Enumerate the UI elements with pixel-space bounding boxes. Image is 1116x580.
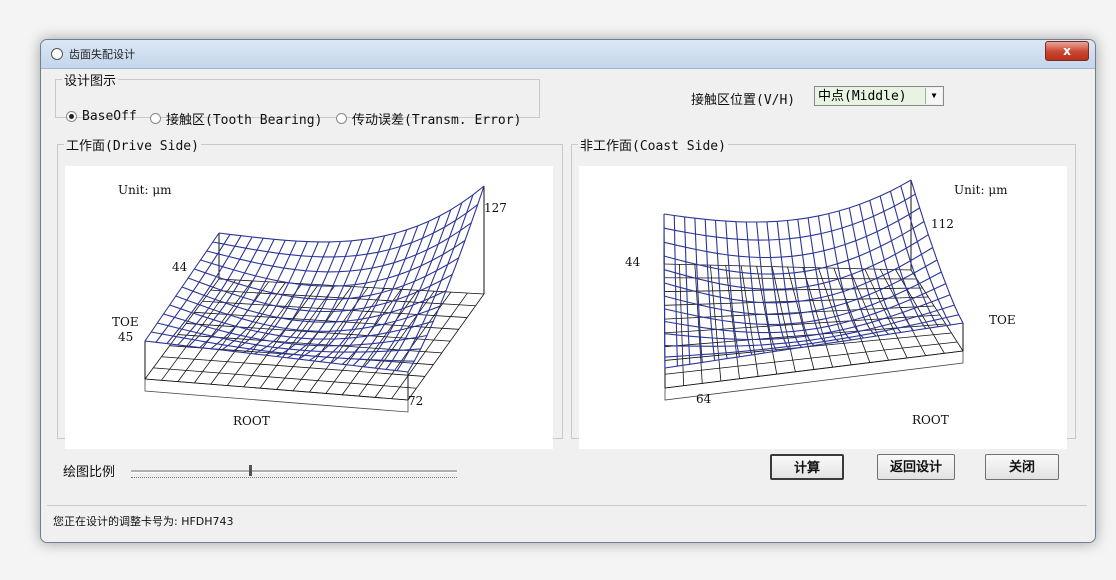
toe-label: TOE [989, 313, 1016, 327]
coast-side-plot-area: Unit: μm 112 44 TOE 64 ROOT [579, 166, 1067, 449]
surface-mesh-line [212, 204, 479, 258]
dropdown-arrow-icon[interactable]: ▼ [925, 88, 942, 104]
contact-position-select[interactable]: 中点(Middle) ▼ [814, 86, 944, 106]
corner-back-right-label: 112 [931, 217, 954, 231]
surface-mesh-line [194, 257, 459, 301]
surface-mesh-line [385, 202, 463, 370]
coast-side-group: 非工作面(Coast Side) Unit: μm 112 44 TOE 64 ROOT [571, 135, 1076, 449]
base-grid-line [694, 264, 703, 384]
coast-side-3d-plot: Unit: μm 112 44 TOE 64 ROOT [625, 179, 1016, 427]
surface-mesh-line [694, 218, 703, 363]
surface-mesh-line [663, 213, 666, 369]
surface-mesh-line [181, 286, 447, 323]
surface-mesh-line [218, 185, 485, 243]
design-diagram-group: 设计图示 BaseOff 接触区(Tooth Bearing) 传动误差(Tra… [55, 70, 540, 128]
contact-position-label: 接触区位置(V/H) [691, 93, 796, 108]
base-slab-edge [144, 378, 409, 413]
surface-mesh-line [144, 340, 409, 373]
surface-mesh-line [210, 240, 286, 350]
corner-back-left-label: 44 [625, 255, 641, 269]
drive-side-3d-plot: Unit: μm 127 44 TOE45 72 ROOT [112, 183, 507, 428]
status-bar: 您正在设计的调整卡号为: HFDH743 [47, 505, 1087, 532]
title-bar[interactable]: 齿面失配设计 x [41, 40, 1095, 69]
surface-mesh-line [664, 221, 925, 275]
corner-front-left-label: 45 [118, 330, 133, 344]
radio-selected-icon [66, 111, 77, 122]
corner-front-left-label: 64 [696, 392, 712, 406]
back-to-design-button[interactable]: 返回设计 [877, 454, 955, 480]
drive-side-group: 工作面(Drive Side) Unit: μm 127 44 TOE 45 72 ROOT [57, 135, 563, 449]
surface-mesh-line [166, 235, 242, 344]
slider-track [131, 470, 457, 473]
root-label: ROOT [912, 413, 949, 427]
contact-position-value: 中点(Middle) [818, 89, 907, 104]
surface-mesh-line [704, 219, 716, 361]
surface-mesh-line [684, 216, 691, 365]
slider-thumb[interactable] [249, 465, 252, 476]
drive-side-plot-area: Unit: μm 127 44 TOE 45 72 ROOT [65, 166, 553, 449]
base-grid-line [309, 288, 385, 393]
plot-scale-slider[interactable] [131, 464, 457, 480]
toe-label: TOE [112, 315, 139, 329]
app-icon [51, 48, 63, 60]
window-title: 齿面失配设计 [69, 48, 135, 61]
tooth-mismatch-design-window: 齿面失配设计 x 设计图示 BaseOff 接触区(Tooth Bearing)… [40, 39, 1096, 543]
coast-side-legend: 非工作面(Coast Side) [580, 139, 726, 154]
base-grid-line [740, 265, 759, 377]
calculate-button[interactable]: 计算 [770, 454, 844, 480]
unit-label: Unit: μm [954, 183, 1008, 197]
radio-unselected-icon [336, 113, 347, 124]
radio-unselected-icon [150, 113, 161, 124]
surface-mesh-line [745, 221, 765, 354]
drive-side-legend: 工作面(Drive Side) [66, 139, 199, 154]
window-close-button[interactable]: x [1045, 41, 1089, 61]
radio-baseoff-label: BaseOff [82, 109, 137, 124]
surface-mesh-line [910, 179, 964, 324]
plot-scale-label: 绘图比例 [63, 465, 116, 480]
surface-mesh-line [673, 215, 678, 367]
base-grid-line [895, 269, 945, 354]
slider-ticks [131, 477, 457, 480]
unit-label: Unit: μm [118, 183, 172, 197]
surface-mesh-line [664, 234, 929, 290]
radio-baseoff[interactable]: BaseOff [66, 109, 137, 124]
corner-back-right-label: 127 [484, 201, 507, 215]
root-label: ROOT [233, 414, 270, 428]
radio-tooth-bearing-label: 接触区(Tooth Bearing) [166, 113, 323, 128]
status-text: 您正在设计的调整卡号为: HFDH743 [53, 515, 234, 528]
corner-back-left-label: 44 [172, 260, 188, 274]
surface-mesh-line [396, 194, 474, 372]
radio-transmission-error-label: 传动误差(Transm. Error) [352, 113, 522, 128]
radio-tooth-bearing[interactable]: 接触区(Tooth Bearing) [150, 109, 322, 128]
corner-front-right-label: 72 [408, 394, 423, 408]
radio-transmission-error[interactable]: 传动误差(Transm. Error) [336, 109, 521, 128]
design-diagram-legend: 设计图示 [64, 74, 117, 89]
close-button[interactable]: 关闭 [985, 454, 1059, 480]
